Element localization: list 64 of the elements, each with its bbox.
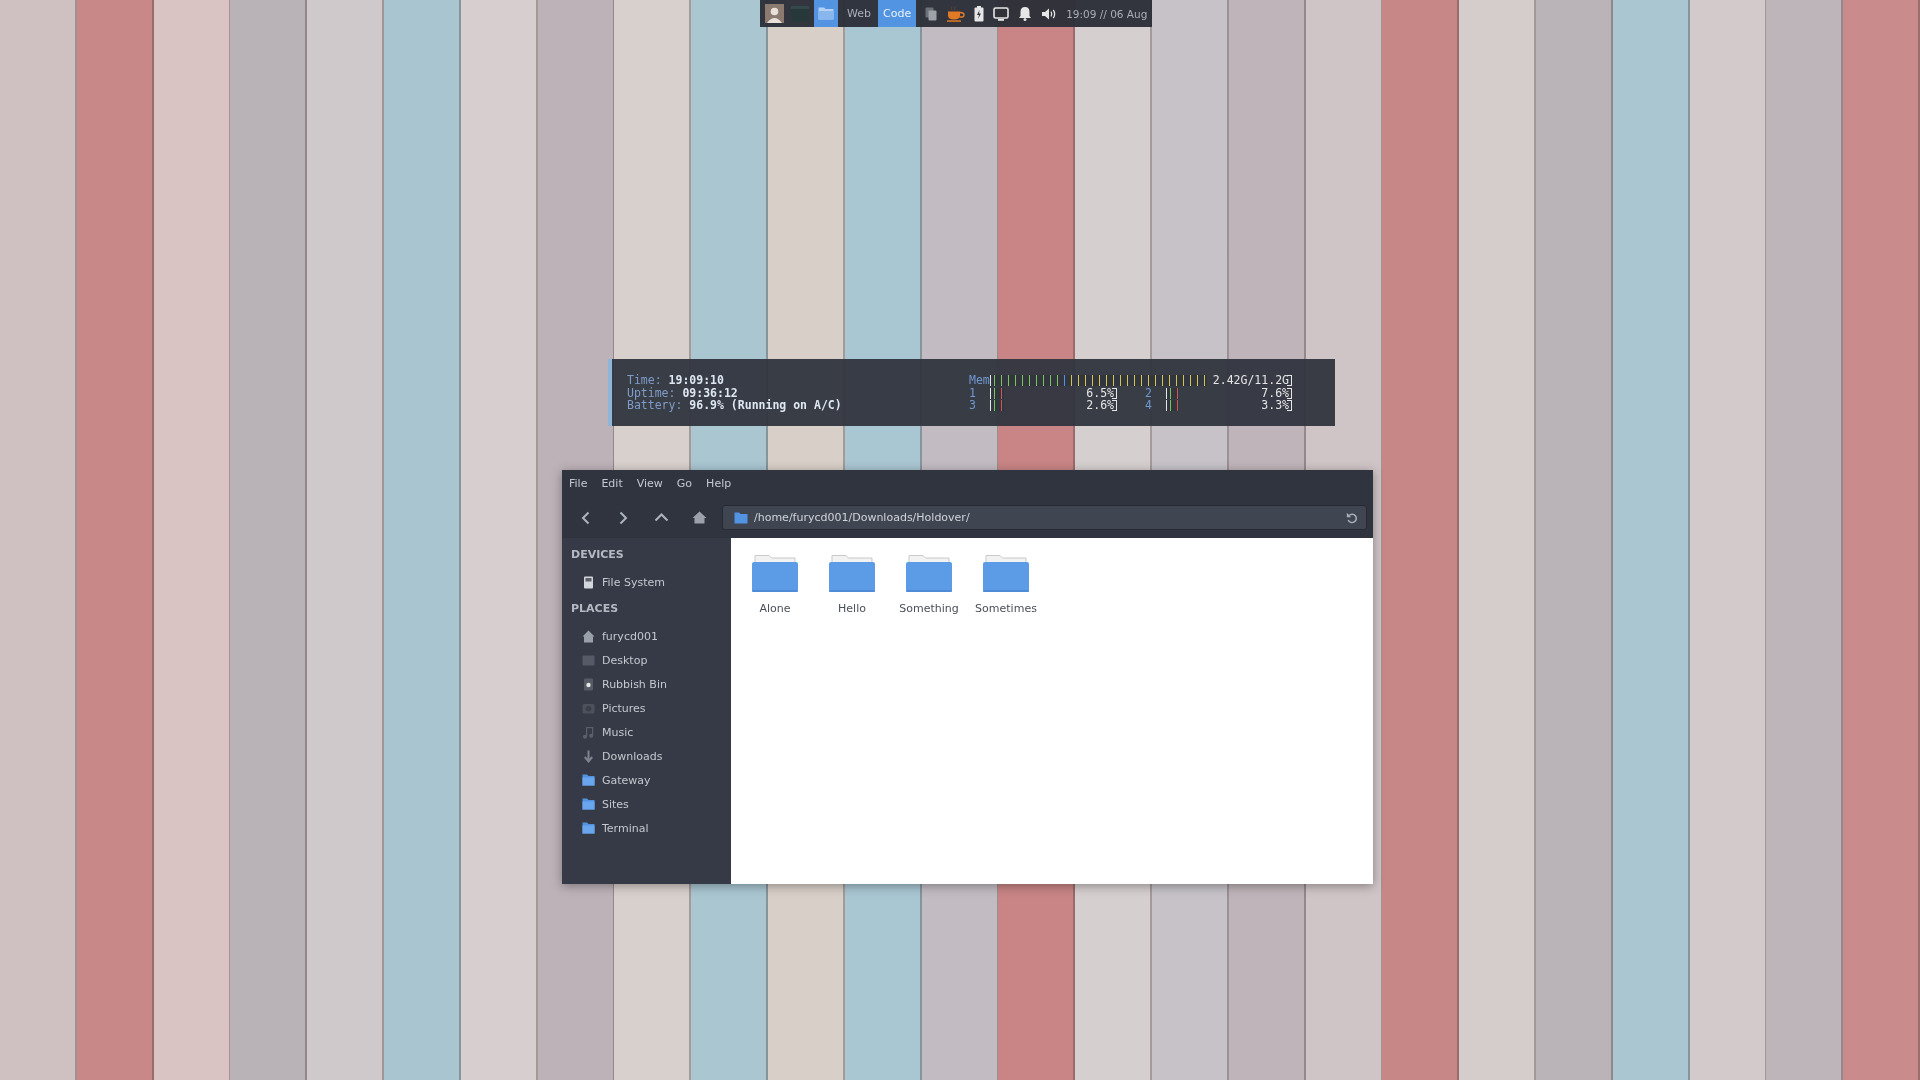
coffee-cup-icon[interactable]	[946, 5, 966, 22]
cpu-reading: 2.6%	[1086, 400, 1115, 412]
bell-icon[interactable]	[1018, 6, 1033, 21]
workspace-tab[interactable]: Web	[842, 0, 876, 27]
cpu-label: 2	[1145, 386, 1153, 400]
folder-icon	[582, 798, 595, 810]
menu-item[interactable]: View	[630, 475, 669, 492]
monitor-icon[interactable]	[993, 6, 1010, 21]
cpu-label: 4	[1145, 399, 1153, 413]
folder-icon	[734, 511, 748, 524]
sidebar-item[interactable]: Desktop	[562, 648, 731, 672]
memory-label: Mem	[969, 374, 990, 387]
folder-item[interactable]: Hello	[815, 555, 889, 615]
folder-icon	[582, 822, 595, 834]
cpu-reading: 7.6%	[1261, 387, 1290, 399]
sidebar-item[interactable]: Rubbish Bin	[562, 672, 731, 696]
folder-item[interactable]: Sometimes	[969, 555, 1043, 615]
info-line: Uptime: 09:36:12	[627, 386, 738, 400]
avatar-icon[interactable]	[765, 4, 784, 23]
clipboard-icon[interactable]	[925, 6, 938, 21]
menu-item[interactable]: Edit	[595, 475, 629, 492]
home-icon	[691, 511, 707, 524]
folder-item[interactable]: Alone	[738, 555, 812, 615]
sidebar-heading: PLACES	[570, 601, 619, 617]
menu-item[interactable]: Help	[700, 475, 738, 492]
chevron-left-icon	[580, 510, 590, 525]
sidebar-item[interactable]: Pictures	[562, 696, 731, 720]
folder-icon	[983, 555, 1029, 592]
battery-icon[interactable]	[974, 5, 985, 22]
folder-item[interactable]: Something	[892, 555, 966, 615]
sidebar-heading: DEVICES	[570, 547, 624, 563]
chevron-up-icon	[653, 513, 669, 522]
chevron-right-icon	[618, 510, 628, 525]
cpu-reading: 3.3%	[1261, 400, 1290, 412]
folder-icon	[818, 7, 834, 20]
menu-item[interactable]: File	[563, 475, 594, 492]
sidebar-item[interactable]: furycd001	[562, 624, 731, 648]
clock-text: 19:09 // 06 Aug	[1066, 7, 1148, 20]
sidebar-item[interactable]: Sites	[562, 792, 731, 816]
sidebar-item[interactable]: Terminal	[562, 816, 731, 840]
menu-item[interactable]: Go	[670, 475, 699, 492]
drive-icon	[582, 575, 595, 589]
folder-icon	[829, 555, 875, 592]
home-icon	[582, 629, 595, 643]
desktop-icon	[582, 653, 595, 667]
music-note-icon	[582, 725, 595, 739]
info-line: Battery: 96.9% (Running on A/C)	[627, 399, 842, 413]
cpu-label: 1	[969, 386, 977, 400]
info-line: Time: 19:09:10	[627, 374, 724, 387]
sidebar-item[interactable]: Music	[562, 720, 731, 744]
speaker-icon[interactable]	[1041, 6, 1058, 21]
bin-icon	[582, 677, 595, 691]
sidebar-item[interactable]: Gateway	[562, 768, 731, 792]
memory-reading: 2.42G/11.2G	[1212, 374, 1290, 386]
sidebar-item[interactable]: Downloads	[562, 744, 731, 768]
refresh-icon[interactable]	[1346, 511, 1358, 524]
folder-icon	[906, 555, 952, 592]
sidebar-item[interactable]: File System	[562, 570, 731, 594]
folder-icon	[752, 555, 798, 592]
cpu-label: 3	[969, 399, 977, 413]
location-field[interactable]: /home/furycd001/Downloads/Holdover/	[722, 505, 1367, 530]
cpu-reading: 6.5%	[1086, 387, 1115, 399]
folder-icon	[582, 774, 595, 786]
download-arrow-icon	[582, 749, 595, 763]
